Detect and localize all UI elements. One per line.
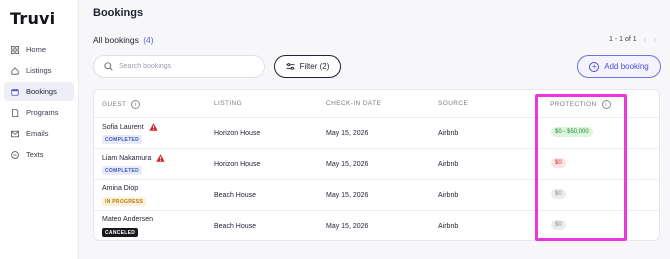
truvi-logo[interactable]: Truvi (10, 9, 55, 28)
page-title: Bookings (93, 7, 144, 19)
section-title-text: All bookings (93, 35, 139, 45)
search-icon (104, 62, 113, 71)
col-guest-label: GUEST (102, 101, 127, 108)
sidebar-item-programs[interactable]: Programs (4, 103, 74, 122)
sidebar-item-label: Bookings (26, 87, 57, 96)
sidebar: Truvi Home Listings Bookings Programs Em… (0, 0, 79, 259)
bookings-count: (4) (143, 35, 154, 45)
sliders-icon (286, 63, 295, 70)
guest-name-text: Mateo Andersen (102, 216, 153, 223)
col-checkin: CHECK-IN DATE (326, 100, 382, 107)
checkin-cell: May 15, 2026 (326, 223, 369, 230)
pagination-text: 1 - 1 of 1 (609, 36, 637, 43)
sidebar-item-label: Texts (26, 150, 44, 159)
sidebar-item-home[interactable]: Home (4, 40, 74, 59)
guest-name: Sofia Laurent (102, 123, 158, 131)
warning-icon (156, 154, 166, 162)
info-icon[interactable]: i (131, 100, 141, 109)
mail-icon (11, 130, 19, 138)
warning-icon (148, 123, 158, 131)
plus-icon: + (589, 61, 600, 72)
chevron-right-icon[interactable]: › (653, 35, 656, 44)
chevron-left-icon[interactable]: ‹ (644, 35, 647, 44)
source-cell: Airbnb (438, 161, 459, 168)
sidebar-item-label: Programs (26, 108, 59, 117)
source-cell: Airbnb (438, 192, 459, 199)
listing-cell: Beach House (214, 192, 257, 199)
pagination: 1 - 1 of 1 ‹ › (609, 35, 656, 44)
checkin-cell: May 15, 2026 (326, 161, 369, 168)
listing-cell: Beach House (214, 223, 257, 230)
add-booking-button[interactable]: + Add booking (577, 55, 661, 78)
guest-name: Mateo Andersen (102, 216, 153, 223)
col-listing: LISTING (214, 100, 243, 107)
guest-name-text: Liam Nakamura (102, 154, 152, 162)
protection-column-highlight (535, 94, 627, 241)
sidebar-nav: Home Listings Bookings Programs Emails T… (4, 40, 74, 166)
listing-cell: Horizon House (214, 161, 261, 168)
search-box[interactable] (93, 55, 265, 78)
source-cell: Airbnb (438, 130, 459, 137)
chat-icon (11, 150, 19, 159)
add-booking-label: Add booking (604, 62, 649, 71)
status-badge: CANCELED (102, 228, 139, 237)
status-badge: COMPLETED (102, 166, 143, 175)
document-icon (11, 108, 19, 117)
sidebar-item-listings[interactable]: Listings (4, 61, 74, 80)
sidebar-item-label: Emails (26, 129, 49, 138)
sidebar-item-emails[interactable]: Emails (4, 124, 74, 143)
filter-button[interactable]: Filter (2) (274, 55, 341, 78)
search-input[interactable] (119, 63, 259, 70)
col-guest: GUEST i (102, 100, 141, 109)
listing-cell: Horizon House (214, 130, 261, 137)
sidebar-item-texts[interactable]: Texts (4, 145, 74, 164)
guest-name: Amina Diop (102, 185, 138, 192)
guest-name: Liam Nakamura (102, 154, 166, 162)
guest-name-text: Amina Diop (102, 185, 139, 192)
house-icon (11, 66, 19, 75)
col-source: SOURCE (438, 100, 469, 107)
status-badge: IN PROGRESS (102, 197, 147, 206)
sidebar-item-label: Home (26, 45, 47, 54)
sidebar-item-label: Listings (26, 66, 52, 75)
guest-name-text: Sofia Laurent (102, 123, 144, 131)
filter-label: Filter (2) (299, 62, 330, 71)
calendar-icon (11, 88, 19, 96)
section-title: All bookings (4) (93, 35, 154, 45)
checkin-cell: May 15, 2026 (326, 130, 369, 137)
checkin-cell: May 15, 2026 (326, 192, 369, 199)
source-cell: Airbnb (438, 223, 459, 230)
status-badge: COMPLETED (102, 135, 143, 144)
sidebar-item-bookings[interactable]: Bookings (4, 82, 74, 101)
grid-icon (11, 45, 19, 54)
